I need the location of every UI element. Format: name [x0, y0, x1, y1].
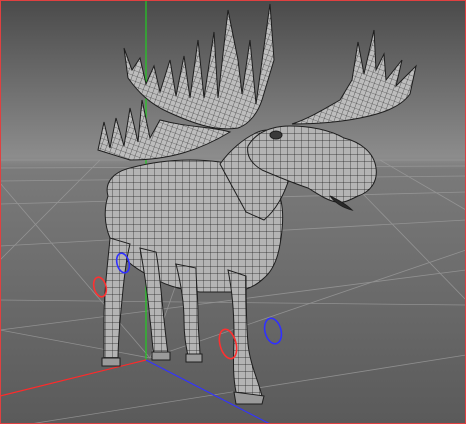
hoof-front-left — [185, 353, 203, 363]
moose-eye — [269, 130, 283, 140]
viewport-canvas[interactable] — [0, 0, 466, 424]
hoof-back-left — [101, 357, 121, 367]
3d-viewport[interactable] — [0, 0, 466, 424]
hoof-back-right — [151, 351, 171, 361]
